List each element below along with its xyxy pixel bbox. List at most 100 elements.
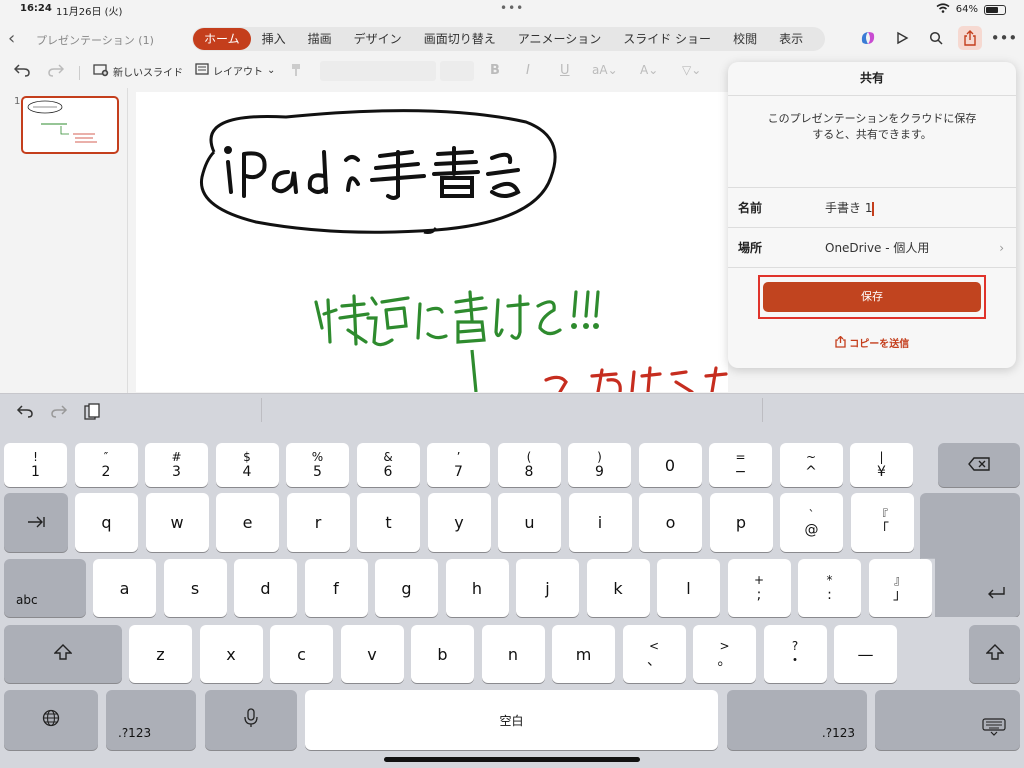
- name-row[interactable]: 名前 手書き 1: [728, 188, 1016, 228]
- key-row_z-4[interactable]: b: [411, 625, 474, 683]
- key-number_row-6[interactable]: ’ 7: [427, 443, 490, 487]
- return-key[interactable]: [920, 493, 1020, 617]
- abc-key[interactable]: abc: [4, 559, 86, 617]
- key-row_a-10[interactable]: *:: [798, 559, 861, 617]
- key-row_q-3[interactable]: r: [286, 493, 350, 552]
- key-row_z-6[interactable]: m: [552, 625, 615, 683]
- key-row_q-9[interactable]: p: [709, 493, 773, 552]
- key-row_z-8[interactable]: >。: [693, 625, 756, 683]
- slide-canvas[interactable]: [136, 92, 728, 392]
- numbers-left-key[interactable]: .?123: [106, 690, 196, 750]
- key-number_row-12[interactable]: | ¥: [850, 443, 913, 487]
- delete-key[interactable]: [938, 443, 1020, 487]
- save-button[interactable]: 保存: [763, 282, 981, 312]
- key-row_q-8[interactable]: o: [639, 493, 702, 552]
- font-color-icon[interactable]: A⌄: [640, 63, 658, 77]
- tab-7[interactable]: 校閲: [722, 28, 768, 50]
- key-number_row-1[interactable]: ″ 2: [74, 443, 138, 487]
- undo-icon[interactable]: [14, 63, 30, 77]
- redo-icon[interactable]: [48, 63, 64, 77]
- key-row_a-0[interactable]: a: [93, 559, 156, 617]
- italic-icon[interactable]: I: [526, 63, 530, 78]
- key-number_row-7[interactable]: (8: [497, 443, 561, 487]
- tab-3[interactable]: デザイン: [343, 28, 413, 50]
- font-case-icon[interactable]: aA⌄: [592, 63, 618, 77]
- tab-5[interactable]: アニメーション: [507, 28, 613, 50]
- format-painter-icon[interactable]: [290, 63, 302, 77]
- key-number_row-9[interactable]: 0: [638, 443, 702, 487]
- key-row_z-7[interactable]: <、: [622, 625, 686, 683]
- key-row_z-0[interactable]: z: [129, 625, 192, 683]
- font-size-field[interactable]: [440, 61, 474, 81]
- key-number_row-11[interactable]: ~ ^: [779, 443, 843, 487]
- tab-6[interactable]: スライド ショー: [612, 28, 722, 50]
- key-row_a-3[interactable]: f: [304, 559, 368, 617]
- numbers-right-key[interactable]: .?123: [727, 690, 867, 750]
- key-row_a-6[interactable]: j: [516, 559, 579, 617]
- key-row_z-10[interactable]: —: [834, 625, 897, 683]
- highlight-icon[interactable]: ▽⌄: [682, 63, 701, 77]
- tab-4[interactable]: 画面切り替え: [413, 28, 507, 50]
- key-row_z-5[interactable]: n: [481, 625, 545, 683]
- dictation-key[interactable]: [205, 690, 297, 750]
- tab-1[interactable]: 挿入: [251, 28, 297, 50]
- shift-left-key[interactable]: [4, 625, 122, 683]
- copilot-icon[interactable]: [856, 26, 880, 50]
- share-icon[interactable]: [958, 26, 982, 50]
- send-copy-button[interactable]: コピーを送信: [728, 335, 1016, 350]
- key-row_q-10[interactable]: ` @: [780, 493, 843, 552]
- more-icon[interactable]: •••: [991, 26, 1018, 50]
- key-row_z-3[interactable]: v: [340, 625, 404, 683]
- location-row[interactable]: 場所 OneDrive - 個人用 ›: [728, 228, 1016, 268]
- key-row_a-1[interactable]: s: [163, 559, 227, 617]
- key-number_row-8[interactable]: ) 9: [568, 443, 631, 487]
- key-row_a-8[interactable]: l: [657, 559, 720, 617]
- key-number_row-2[interactable]: #3: [145, 443, 208, 487]
- play-icon[interactable]: [890, 26, 914, 50]
- key-row_q-0[interactable]: q: [75, 493, 138, 552]
- bold-icon[interactable]: B: [490, 63, 500, 78]
- key-row_z-9[interactable]: ? ・: [763, 625, 827, 683]
- shift-right-key[interactable]: [969, 625, 1020, 683]
- back-chevron-icon[interactable]: ‹: [8, 28, 15, 49]
- search-icon[interactable]: [924, 26, 948, 50]
- slide-thumbnail-1[interactable]: [21, 96, 119, 154]
- underline-icon[interactable]: U: [560, 63, 570, 78]
- key-row_a-7[interactable]: k: [586, 559, 650, 617]
- tab-8[interactable]: 表示: [768, 28, 814, 50]
- key-row_a-2[interactable]: d: [234, 559, 297, 617]
- tab-0[interactable]: ホーム: [193, 28, 251, 50]
- kb-undo-icon[interactable]: [16, 403, 34, 423]
- key-row_q-5[interactable]: y: [427, 493, 491, 552]
- key-row_a-11[interactable]: 』」: [868, 559, 932, 617]
- key-row_q-6[interactable]: u: [498, 493, 561, 552]
- key-number_row-3[interactable]: $4: [215, 443, 279, 487]
- key-row_q-1[interactable]: w: [145, 493, 209, 552]
- tab-2[interactable]: 描画: [297, 28, 343, 50]
- key-row_q-4[interactable]: t: [357, 493, 420, 552]
- key-row_q-7[interactable]: i: [568, 493, 632, 552]
- space-key[interactable]: 空白: [305, 690, 718, 750]
- kb-redo-icon[interactable]: [50, 403, 68, 423]
- key-row_z-2[interactable]: c: [270, 625, 333, 683]
- document-title[interactable]: プレゼンテーション (1): [36, 32, 154, 48]
- kb-paste-icon[interactable]: [84, 403, 100, 426]
- key-row_a-5[interactable]: h: [445, 559, 509, 617]
- key-row_z-1[interactable]: x: [199, 625, 263, 683]
- home-indicator[interactable]: [384, 757, 640, 762]
- key-number_row-5[interactable]: & 6: [356, 443, 420, 487]
- hide-keyboard-key[interactable]: [875, 690, 1020, 750]
- globe-key[interactable]: [4, 690, 98, 750]
- key-row_q-2[interactable]: e: [216, 493, 279, 552]
- new-slide-button[interactable]: 新しいスライド: [93, 63, 183, 80]
- multitask-dots[interactable]: •••: [500, 1, 524, 15]
- tab-key[interactable]: [4, 493, 68, 552]
- key-row_a-9[interactable]: +;: [727, 559, 791, 617]
- key-row_q-11[interactable]: 『「: [850, 493, 914, 552]
- key-number_row-10[interactable]: = −: [709, 443, 772, 487]
- layout-button[interactable]: レイアウト ⌄: [195, 63, 275, 78]
- key-number_row-4[interactable]: % 5: [286, 443, 349, 487]
- font-name-field[interactable]: [320, 61, 436, 81]
- key-row_a-4[interactable]: g: [375, 559, 438, 617]
- name-field[interactable]: 手書き 1: [825, 199, 875, 216]
